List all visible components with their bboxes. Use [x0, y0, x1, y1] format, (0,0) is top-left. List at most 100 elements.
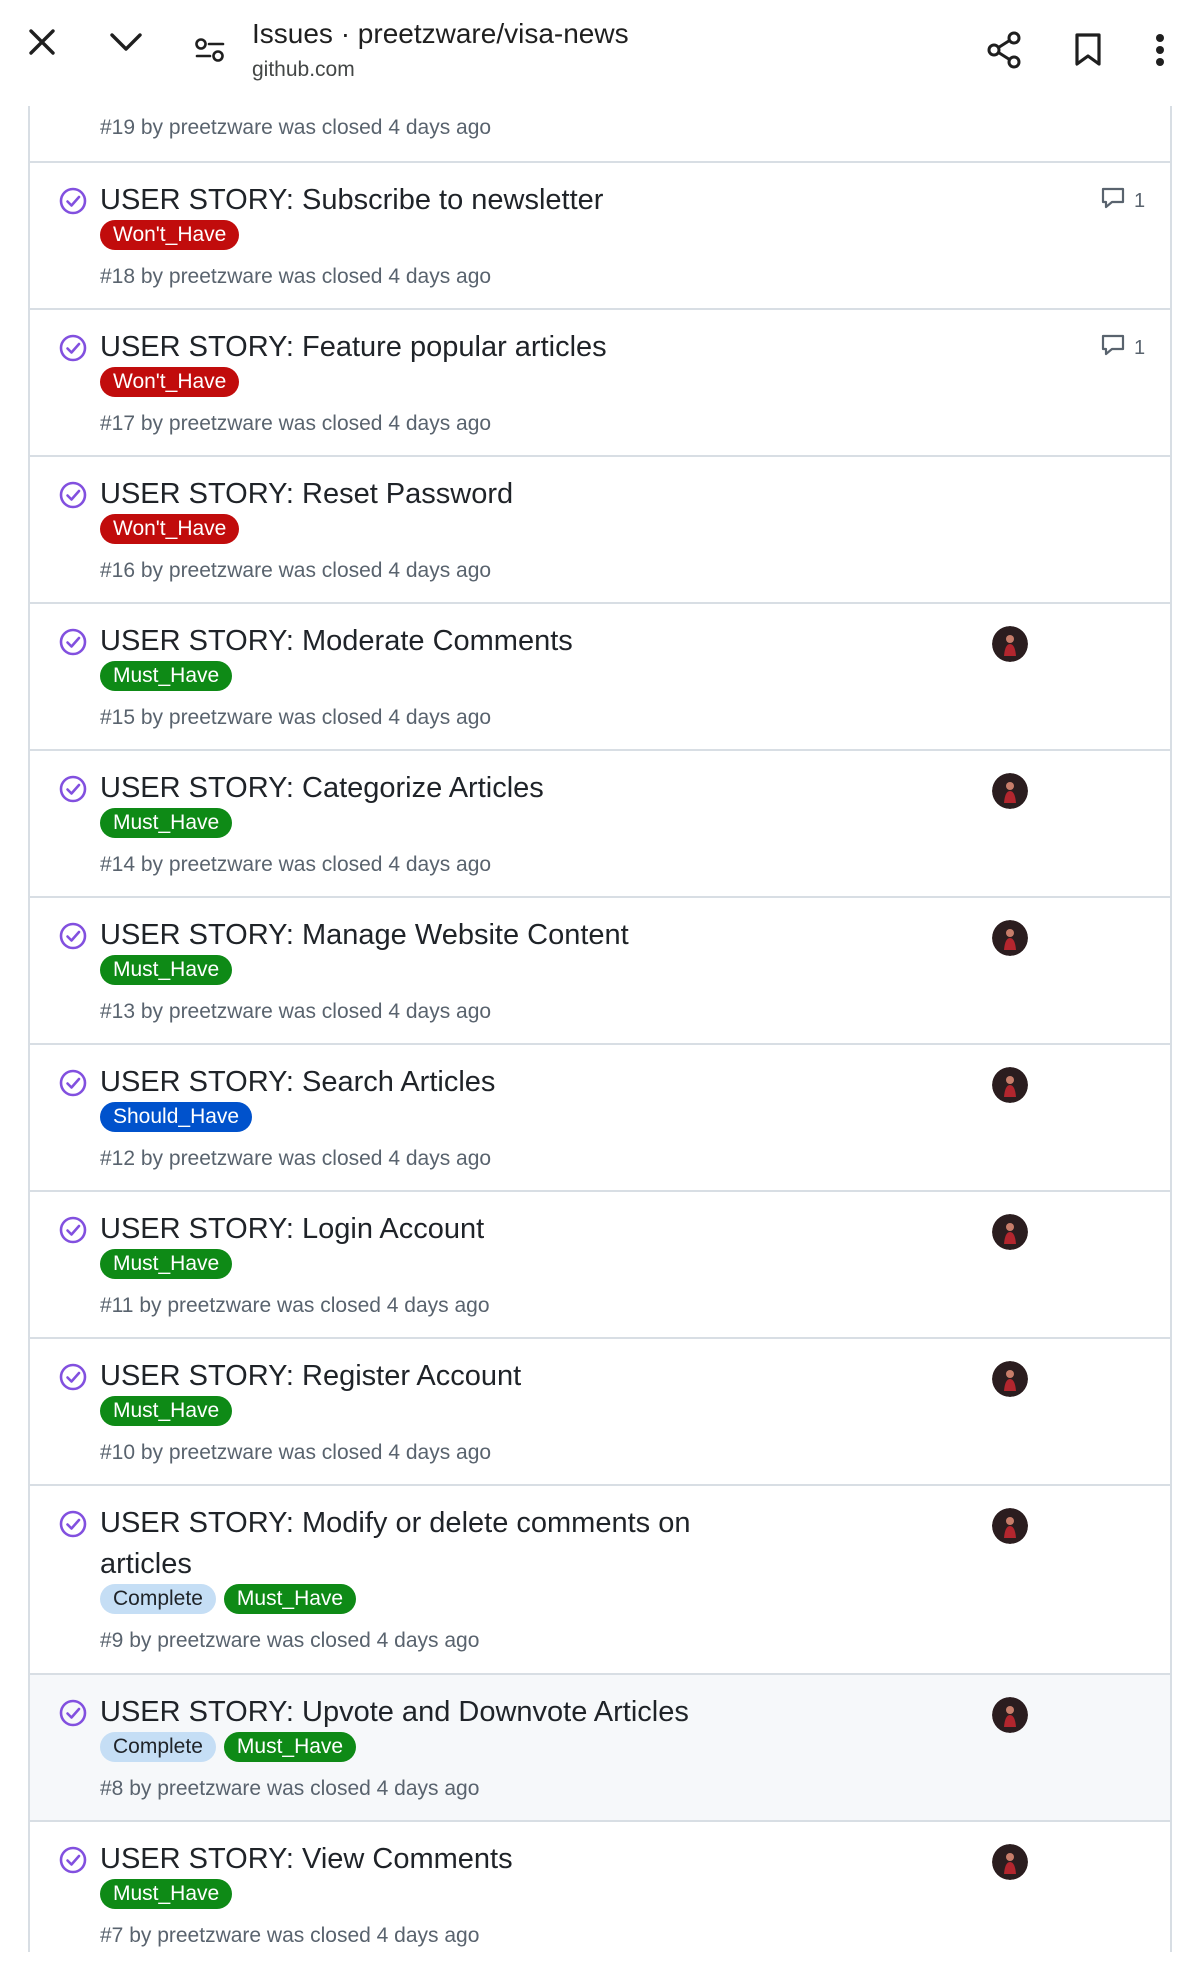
label-badge[interactable]: Must_Have: [100, 661, 233, 691]
more-vert-icon[interactable]: [1130, 20, 1190, 80]
issue-title-link[interactable]: USER STORY: Upvote and Downvote Articles: [100, 1692, 740, 1733]
label-badge[interactable]: Must_Have: [100, 955, 233, 985]
comment-icon: [1100, 332, 1126, 364]
issue-row[interactable]: USER STORY: Moderate Comments Must_Have #1…: [30, 602, 1170, 750]
issue-labels: Complete Must_Have: [100, 1584, 357, 1614]
issue-labels: Must_Have: [100, 1249, 233, 1279]
issue-closed-icon: [58, 774, 88, 804]
chevron-down-icon[interactable]: [96, 12, 156, 72]
issue-title-link[interactable]: USER STORY: Login Account: [100, 1209, 740, 1250]
issue-meta: #16 by preetzware was closed 4 days ago: [100, 559, 492, 582]
issue-meta: #10 by preetzware was closed 4 days ago: [100, 1441, 492, 1464]
issue-row[interactable]: USER STORY: Reset Password Won't_Have #16 …: [30, 455, 1170, 603]
issue-row[interactable]: USER STORY: Manage Website Content Must_H…: [30, 896, 1170, 1044]
issue-row[interactable]: USER STORY: Upvote and Downvote Articles…: [30, 1673, 1170, 1821]
comment-count[interactable]: 1: [1100, 185, 1145, 217]
issue-labels: Won't_Have: [100, 367, 240, 397]
issue-labels: Should_Have: [100, 1102, 253, 1132]
issue-title-link[interactable]: USER STORY: Subscribe to newsletter: [100, 180, 740, 221]
label-badge[interactable]: Must_Have: [100, 808, 233, 838]
issue-closed-icon: [58, 333, 88, 363]
assignee-avatar[interactable]: [992, 626, 1028, 662]
issue-closed-icon: [58, 1509, 88, 1539]
assignee-avatar[interactable]: [992, 920, 1028, 956]
label-badge[interactable]: Must_Have: [223, 1732, 357, 1762]
issue-closed-icon: [58, 921, 88, 951]
comment-count-value: 1: [1134, 336, 1146, 359]
issue-row[interactable]: USER STORY: Search Articles Should_Have #1…: [30, 1043, 1170, 1191]
issue-title-link[interactable]: USER STORY: Categorize Articles: [100, 768, 740, 809]
browser-toolbar: Issues · preetzware/visa-news github.com: [0, 0, 1200, 106]
issue-meta: #12 by preetzware was closed 4 days ago: [100, 1147, 492, 1170]
issue-meta: #7 by preetzware was closed 4 days ago: [100, 1924, 480, 1947]
issue-closed-icon: [58, 627, 88, 657]
issue-list: #19 by preetzware was closed 4 days ago …: [28, 0, 1172, 1970]
label-badge[interactable]: Won't_Have: [100, 514, 240, 544]
issue-labels: Won't_Have: [100, 514, 240, 544]
issue-meta: #9 by preetzware was closed 4 days ago: [100, 1629, 480, 1652]
assignee-avatar[interactable]: [992, 1361, 1028, 1397]
assignee-avatar[interactable]: [992, 773, 1028, 809]
assignee-avatar[interactable]: [992, 1214, 1028, 1250]
label-badge[interactable]: Must_Have: [100, 1879, 233, 1909]
issue-labels: Must_Have: [100, 661, 233, 691]
issue-meta: #17 by preetzware was closed 4 days ago: [100, 412, 492, 435]
comment-icon: [1100, 185, 1126, 217]
issue-title-link[interactable]: USER STORY: View Comments: [100, 1839, 740, 1880]
issue-labels: Must_Have: [100, 955, 233, 985]
issue-closed-icon: [58, 480, 88, 510]
assignee-avatar[interactable]: [992, 1508, 1028, 1544]
label-badge[interactable]: Must_Have: [100, 1396, 233, 1426]
issue-title-link[interactable]: USER STORY: Feature popular articles: [100, 327, 740, 368]
issue-meta: #13 by preetzware was closed 4 days ago: [100, 1000, 492, 1023]
issue-title-link[interactable]: USER STORY: Register Account: [100, 1356, 740, 1397]
comment-count[interactable]: 1: [1100, 332, 1145, 364]
issue-row[interactable]: USER STORY: Subscribe to newsletter Won't…: [30, 161, 1170, 309]
assignee-avatar[interactable]: [992, 1844, 1028, 1880]
label-badge[interactable]: Won't_Have: [100, 220, 240, 250]
issue-title-link[interactable]: USER STORY: Modify or delete comments on…: [100, 1503, 740, 1585]
close-icon[interactable]: [12, 12, 72, 72]
issue-closed-icon: [58, 1362, 88, 1392]
issue-row[interactable]: USER STORY: Modify or delete comments on…: [30, 1484, 1170, 1674]
issue-meta: #15 by preetzware was closed 4 days ago: [100, 706, 492, 729]
issue-meta: #19 by preetzware was closed 4 days ago: [100, 116, 492, 139]
issue-labels: Must_Have: [100, 1879, 233, 1909]
issue-closed-icon: [58, 1698, 88, 1728]
issue-title-link[interactable]: USER STORY: Reset Password: [100, 474, 740, 515]
comment-count-value: 1: [1134, 189, 1146, 212]
issue-closed-icon: [58, 1068, 88, 1098]
assignee-avatar[interactable]: [992, 1067, 1028, 1103]
issue-closed-icon: [58, 1215, 88, 1245]
issue-labels: Must_Have: [100, 808, 233, 838]
issue-closed-icon: [58, 1845, 88, 1875]
label-badge[interactable]: Complete: [100, 1584, 216, 1614]
issue-row[interactable]: USER STORY: Register Account Must_Have #10…: [30, 1337, 1170, 1485]
label-badge[interactable]: Complete: [100, 1732, 216, 1762]
label-badge[interactable]: Must_Have: [100, 1249, 233, 1279]
label-badge[interactable]: Must_Have: [223, 1584, 357, 1614]
issue-labels: Complete Must_Have: [100, 1732, 357, 1762]
issue-meta: #14 by preetzware was closed 4 days ago: [100, 853, 492, 876]
issue-row[interactable]: USER STORY: Login Account Must_Have #11 by…: [30, 1190, 1170, 1338]
page-url: github.com: [252, 58, 355, 81]
share-icon[interactable]: [974, 20, 1034, 80]
issue-meta: #18 by preetzware was closed 4 days ago: [100, 265, 492, 288]
label-badge[interactable]: Won't_Have: [100, 367, 240, 397]
assignee-avatar[interactable]: [992, 1697, 1028, 1733]
issue-row[interactable]: USER STORY: View Comments Must_Have #7 by …: [30, 1820, 1170, 1970]
page-title: Issues · preetzware/visa-news: [252, 18, 629, 49]
label-badge[interactable]: Should_Have: [100, 1102, 253, 1132]
issue-meta: #11 by preetzware was closed 4 days ago: [100, 1294, 490, 1317]
issue-title-link[interactable]: USER STORY: Manage Website Content: [100, 915, 740, 956]
issue-row[interactable]: USER STORY: Feature popular articles Won'…: [30, 308, 1170, 456]
bookmark-icon[interactable]: [1058, 20, 1118, 80]
site-settings-icon[interactable]: [180, 20, 240, 80]
issue-title-link[interactable]: USER STORY: Search Articles: [100, 1062, 740, 1103]
issue-labels: Won't_Have: [100, 220, 240, 250]
issue-closed-icon: [58, 186, 88, 216]
issue-labels: Must_Have: [100, 1396, 233, 1426]
issue-row[interactable]: USER STORY: Categorize Articles Must_Have…: [30, 749, 1170, 897]
issue-title-link[interactable]: USER STORY: Moderate Comments: [100, 621, 740, 662]
issue-meta: #8 by preetzware was closed 4 days ago: [100, 1777, 480, 1800]
